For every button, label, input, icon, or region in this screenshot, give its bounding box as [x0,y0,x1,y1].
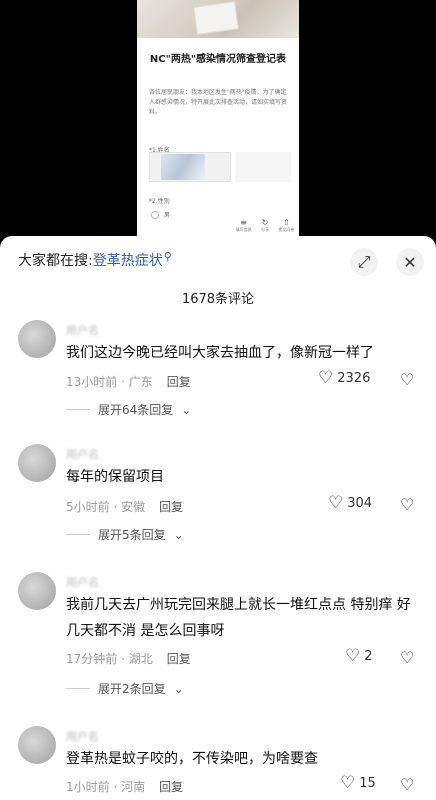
divider-line [66,534,90,535]
comment-time: 5小时前 · 安徽 [66,500,146,514]
comment-meta: 5小时前 · 安徽 回复 [66,498,183,515]
expand-replies[interactable]: 展开64条回复 ⌄ [66,401,191,418]
form-toolbar: ≡ 填写信息 ↻ 分享 ⇧ 提交问卷 [231,218,299,236]
expand-replies-label: 展开5条回复 [98,528,166,542]
form-intro: 各位居民朋友：我本地区发生"两热"疫情，为了确定人群感染情况，特开展此次排查活动… [149,89,288,116]
radio-icon [151,211,159,219]
search-icon: ⚲ [163,249,172,263]
heart-icon: ♡ [318,368,334,388]
like-count: 15 [359,776,376,791]
dislike-icon[interactable]: ♡ [400,370,414,389]
like-count: 304 [347,496,373,511]
chevron-down-icon: ⌄ [181,402,192,417]
comment-meta: 1小时前 · 河南 回复 [66,778,183,795]
like-button[interactable]: ♡ 2326 [318,370,370,387]
like-button[interactable]: ♡ 15 [340,775,376,792]
heart-icon: ♡ [345,646,361,666]
form-title: NC"两热"感染情况筛查登记表 [149,54,287,65]
like-button[interactable]: ♡ 2 [345,648,373,665]
comment-text: 登革热是蚊子咬的，不传染吧，为啥要查 [66,751,318,767]
comment-meta: 13小时前 · 广东 回复 [66,373,191,390]
dislike-icon[interactable]: ♡ [400,495,414,514]
reply-button[interactable]: 回复 [159,778,183,795]
expand-replies-label: 展开64条回复 [98,403,174,417]
phone-screen: NC"两热"感染情况筛查登记表 各位居民朋友：我本地区发生"两热"疫情，为了确定… [137,0,299,236]
expand-replies[interactable]: 展开5条回复 ⌄ [66,526,184,543]
comment-count: 1678条评论 [181,292,255,307]
like-count: 2 [364,649,373,664]
username[interactable]: 用户名 [66,446,99,462]
chevron-down-icon: ⌄ [173,681,184,696]
field-side [235,152,291,182]
username[interactable]: 用户名 [66,574,99,590]
field-image [161,154,205,180]
avatar[interactable] [18,444,56,482]
comment-time: 13小时前 · 广东 [66,375,153,389]
toolbar-item: ⇧ 提交问卷 [278,218,295,232]
comments-sheet: 大家都在搜: 登革热症状 ⚲ ⤢ ✕ 1678条评论 用户名 我们这边今晚已经叫… [0,236,436,800]
divider-line [66,409,90,410]
like-count: 2326 [337,371,371,386]
video-player[interactable]: NC"两热"感染情况筛查登记表 各位居民朋友：我本地区发生"两热"疫情，为了确定… [0,0,436,236]
username[interactable]: 用户名 [66,728,99,744]
username[interactable]: 用户名 [66,322,99,338]
avatar[interactable] [18,726,56,764]
close-button[interactable]: ✕ [396,248,424,276]
heart-icon: ♡ [328,493,344,513]
submit-icon: ⇧ [282,218,290,227]
avatar[interactable] [18,572,56,610]
document-photo [137,0,299,38]
heart-icon: ♡ [340,773,356,793]
comment-text: 我们这边今晚已经叫大家去抽血了，像新冠一样了 [66,345,374,361]
reply-button[interactable]: 回复 [167,373,191,390]
search-prefix: 大家都在搜: [18,253,93,269]
divider-line [66,688,90,689]
comment-time: 1小时前 · 河南 [66,780,146,794]
search-term-link[interactable]: 登革热症状 [93,250,163,270]
like-button[interactable]: ♡ 304 [328,495,372,512]
list-icon: ≡ [240,218,247,227]
comment-text: 每年的保留项目 [66,469,164,485]
chevron-down-icon: ⌄ [173,527,184,542]
expand-replies-label: 展开2条回复 [98,682,166,696]
avatar[interactable] [18,320,56,358]
expand-button[interactable]: ⤢ [350,248,378,276]
comment-time: 17分钟前 · 湖北 [66,652,153,666]
question-gender: *2.性别 [149,198,170,205]
reply-button[interactable]: 回复 [167,650,191,667]
comment-text: 我前几天去广州玩完回来腿上就长一堆红点点 特别痒 好几天都不消 是怎么回事呀 [66,597,411,639]
option-male: 男 [164,212,171,219]
toolbar-item: ≡ 填写信息 [235,218,252,232]
dislike-icon[interactable]: ♡ [400,648,414,667]
expand-replies[interactable]: 展开2条回复 ⌄ [66,680,184,697]
reply-button[interactable]: 回复 [159,498,183,515]
share-icon: ↻ [261,218,269,227]
comment-meta: 17分钟前 · 湖北 回复 [66,650,191,667]
toolbar-item: ↻ 分享 [260,218,269,232]
dislike-icon[interactable]: ♡ [400,775,414,794]
trending-search[interactable]: 大家都在搜: 登革热症状 ⚲ [18,250,172,270]
